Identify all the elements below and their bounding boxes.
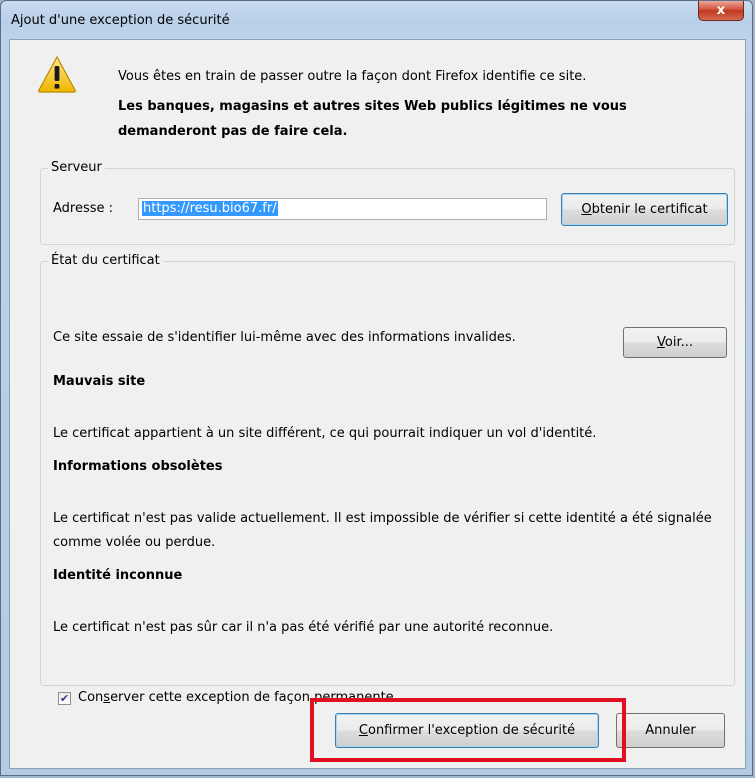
permanent-exception-checkbox[interactable]: ✔ [58,692,71,705]
certificate-legend: État du certificat [48,253,163,269]
address-input[interactable]: https://resu.bio67.fr/ [138,198,547,220]
get-certificate-label: btenir le certificat [591,202,708,217]
window-title: Ajout d'une exception de sécurité [11,13,230,28]
warning-emphasis: Les banques, magasins et autres sites We… [118,99,627,139]
section-text-outdated: Le certificat n'est pas valide actuellem… [53,511,712,550]
get-certificate-button[interactable]: Obtenir le certificat [561,193,728,226]
get-certificate-mnemonic: O [581,202,592,217]
section-heading-outdated: Informations obsolètes [53,459,223,474]
address-value: https://resu.bio67.fr/ [142,201,278,216]
view-certificate-button[interactable]: Voir... [623,327,727,358]
section-heading-unknown-identity: Identité inconnue [53,568,183,583]
close-button[interactable]: x [698,1,744,21]
server-group: Serveur Adresse : https://resu.bio67.fr/… [40,160,735,245]
view-label: oir... [664,335,693,350]
dialog-body: Vous êtes en train de passer outre la fa… [9,39,746,769]
close-icon: x [716,3,726,18]
highlight-frame [310,698,626,762]
certificate-status-group: État du certificat Ce site essaie de s'i… [40,253,735,705]
address-label: Adresse : [53,201,114,216]
section-text-unknown-identity: Le certificat n'est pas sûr car il n'a p… [53,620,554,635]
title-bar[interactable]: Ajout d'une exception de sécurité x [1,1,752,41]
dialog-window: Ajout d'une exception de sécurité x Vous… [0,0,753,776]
warning-message: Vous êtes en train de passer outre la fa… [118,69,587,84]
section-text-wrong-site: Le certificat appartient à un site diffé… [53,426,597,441]
server-legend: Serveur [48,160,105,176]
view-mnemonic: V [656,335,665,350]
warning-triangle-icon [38,55,76,93]
cancel-button[interactable]: Annuler [616,713,725,748]
section-heading-wrong-site: Mauvais site [53,374,146,389]
certificate-intro: Ce site essaie de s'identifier lui-même … [53,330,516,345]
